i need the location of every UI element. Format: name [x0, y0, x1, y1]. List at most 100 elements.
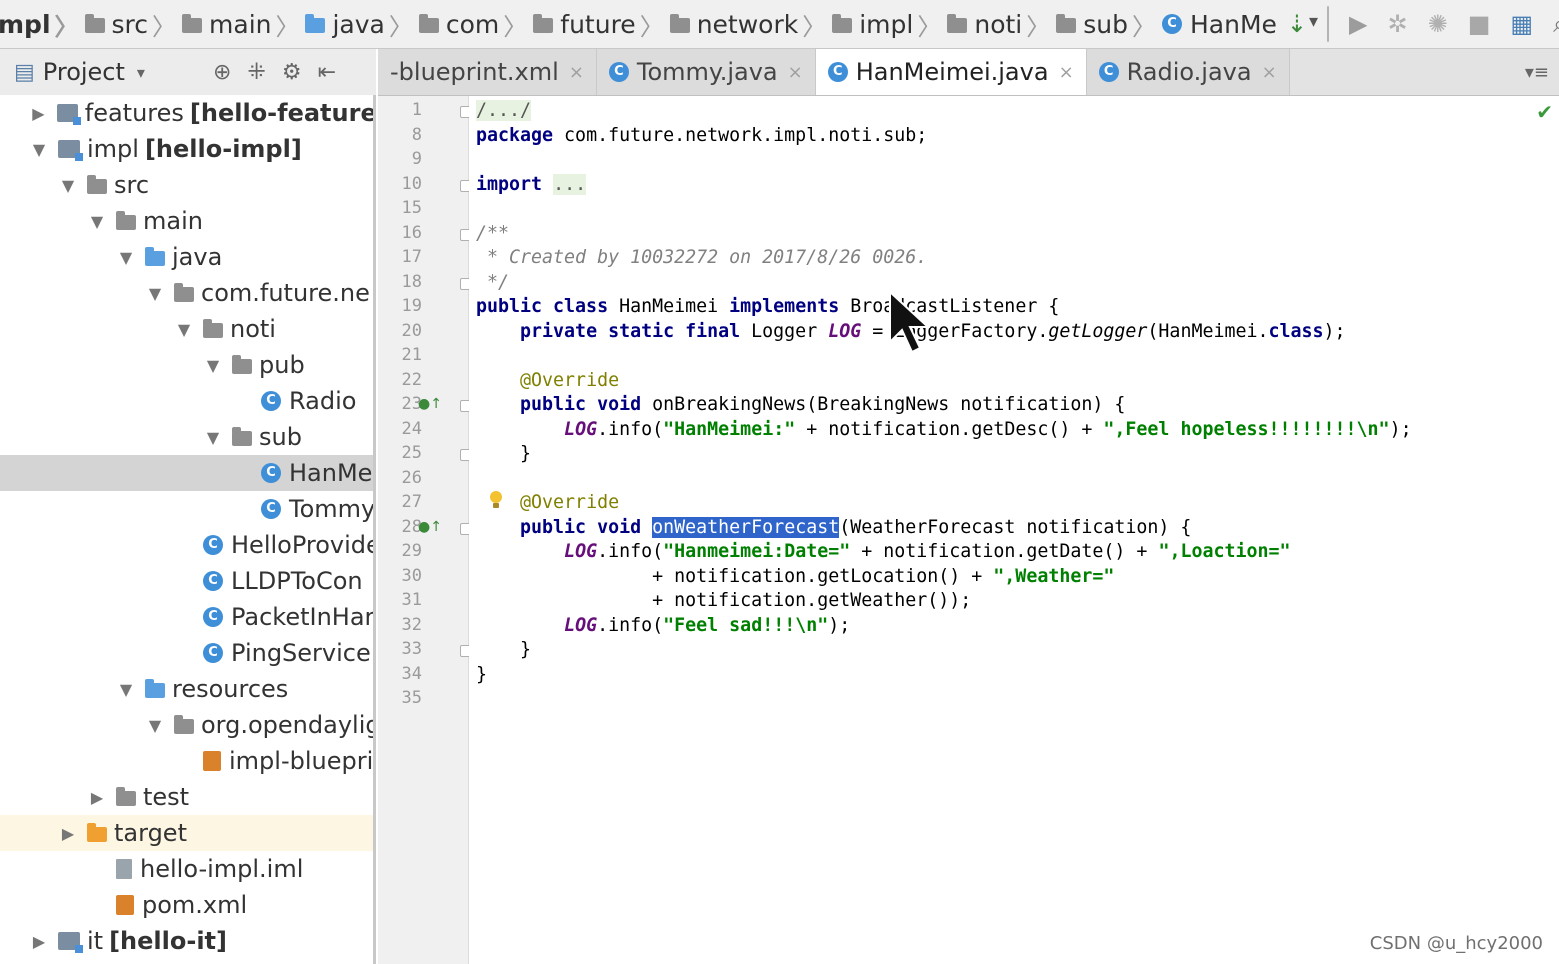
collapse-all-icon[interactable]: ⁜	[247, 60, 265, 85]
code-token[interactable]: onWeatherForecast	[652, 516, 840, 538]
tree-item[interactable]: C HelloProvider	[0, 527, 373, 563]
coverage-icon[interactable]: ✺	[1428, 10, 1448, 38]
run-configuration-select[interactable]	[1309, 6, 1330, 42]
collapsed-arrow-icon[interactable]: ▶	[86, 788, 108, 807]
code-token: public class	[476, 296, 609, 317]
breadcrumb-label: HanMe	[1189, 9, 1277, 39]
breadcrumb-item[interactable]: com 〉	[418, 0, 533, 48]
close-icon[interactable]: ×	[1059, 62, 1074, 83]
line-number: 1	[411, 100, 422, 120]
tree-item[interactable]: ▼ pub	[0, 347, 373, 383]
tree-item[interactable]: ▶ test	[0, 779, 373, 815]
tree-item[interactable]: hello-impl.iml	[0, 851, 373, 887]
tree-item[interactable]: ▼ org.opendaylig	[0, 707, 373, 743]
line-number: 16	[401, 222, 422, 243]
editor-tab[interactable]: C Radio.java ×	[1086, 49, 1290, 95]
expanded-arrow-icon[interactable]: ▼	[202, 356, 224, 375]
expanded-arrow-icon[interactable]: ▼	[202, 428, 224, 447]
collapsed-arrow-icon[interactable]: ▶	[28, 104, 49, 123]
hide-panel-icon[interactable]: ⇤	[318, 60, 336, 85]
tree-item[interactable]: ▼ src	[0, 167, 373, 203]
code-line: LOG.info("Feel sad!!!\n");	[476, 615, 850, 636]
breadcrumb-label: network	[696, 9, 799, 39]
breadcrumb-item[interactable]: main 〉	[182, 0, 305, 48]
tree-item[interactable]: ▶ features[hello-features-	[0, 95, 373, 131]
expanded-arrow-icon[interactable]: ▼	[144, 716, 166, 735]
expanded-arrow-icon[interactable]: ▼	[173, 320, 195, 339]
tree-item[interactable]: ▼ sub	[0, 419, 373, 455]
search-icon[interactable]: ⌕	[1553, 10, 1559, 38]
folder-icon	[116, 786, 136, 806]
breadcrumb-item[interactable]: sub 〉	[1056, 0, 1162, 48]
tree-item[interactable]: ▼ com.future.ne	[0, 275, 373, 311]
breadcrumb-item[interactable]: java 〉	[305, 0, 418, 48]
tree-item[interactable]: C Radio	[0, 383, 373, 419]
tree-item[interactable]: C Tommy	[0, 491, 373, 527]
run-icon[interactable]: ▶	[1349, 10, 1367, 38]
line-number: 27	[401, 492, 422, 512]
project-view-icon: ▤	[14, 59, 35, 85]
stop-icon[interactable]: ■	[1468, 10, 1491, 38]
breadcrumb-item[interactable]: src 〉	[84, 0, 183, 48]
override-marker-icon[interactable]: ●↑	[418, 396, 442, 412]
close-icon[interactable]: ×	[788, 62, 803, 83]
gear-icon[interactable]: ⚙	[282, 60, 302, 85]
breadcrumb-item[interactable]: future 〉	[533, 0, 669, 48]
tree-item[interactable]: C HanMe	[0, 455, 373, 491]
scroll-from-source-icon[interactable]: ⊕	[213, 60, 231, 85]
tree-item[interactable]: ▶ it [hello-it]	[0, 923, 373, 959]
breadcrumb-item[interactable]: network 〉	[669, 0, 833, 48]
tree-item[interactable]: pom.xml	[0, 887, 373, 923]
override-marker-icon[interactable]: ●↑	[418, 519, 442, 535]
project-panel-title[interactable]: Project	[43, 58, 125, 86]
expanded-arrow-icon[interactable]: ▼	[57, 176, 79, 195]
tree-item-label: pub	[259, 351, 305, 379]
debug-icon[interactable]: ✲	[1387, 10, 1407, 38]
breadcrumb-item[interactable]: impl 〉	[832, 0, 947, 48]
tree-item[interactable]: ▼ noti	[0, 311, 373, 347]
expanded-arrow-icon[interactable]: ▼	[115, 248, 137, 267]
class-icon: C	[203, 571, 223, 591]
breadcrumb-item[interactable]: noti 〉	[947, 0, 1056, 48]
tree-item[interactable]: C PacketInHar	[0, 599, 373, 635]
editor-tab[interactable]: C HanMeimei.java ×	[815, 49, 1087, 95]
tree-item[interactable]: ▼ main	[0, 203, 373, 239]
code-line: public void onBreakingNews(BreakingNews …	[476, 394, 1125, 415]
code-token: (WeatherForecast notification) {	[839, 516, 1192, 538]
tree-item[interactable]: ▼ resources	[0, 671, 373, 707]
tree-item-label: it	[87, 927, 104, 955]
expanded-arrow-icon[interactable]: ▼	[28, 140, 50, 159]
chevron-down-icon[interactable]: ▾	[137, 63, 145, 82]
collapsed-arrow-icon[interactable]: ▶	[57, 824, 79, 843]
expanded-arrow-icon[interactable]: ▼	[115, 680, 137, 699]
tree-item[interactable]: C LLDPToCon	[0, 563, 373, 599]
tree-item[interactable]: ▼ java	[0, 239, 373, 275]
sort-icon[interactable]: ⇣	[1287, 10, 1307, 38]
code-token: }	[476, 663, 488, 685]
close-icon[interactable]: ×	[1262, 62, 1277, 83]
editor-tabs: -blueprint.xml × C Tommy.java × C HanMeimei.ja…	[378, 49, 1559, 96]
line-number: 25	[401, 443, 422, 463]
code-token: ...	[553, 173, 587, 195]
close-icon[interactable]: ×	[569, 62, 584, 83]
editor-tab[interactable]: C Tommy.java ×	[596, 49, 816, 95]
tree-item[interactable]: ▶ target	[0, 815, 373, 851]
tree-item[interactable]: impl-bluepri	[0, 743, 373, 779]
tree-item[interactable]: C PingServicel	[0, 635, 373, 671]
line-number: 23	[401, 394, 422, 414]
breadcrumb-item[interactable]: C HanMe	[1161, 0, 1277, 48]
expanded-arrow-icon[interactable]: ▼	[144, 284, 166, 303]
tabs-menu-icon[interactable]: ▾≡	[1525, 49, 1559, 95]
project-structure-icon[interactable]: ▦	[1510, 10, 1533, 38]
code-token: (HanMeimei.	[1147, 320, 1269, 342]
tree-item[interactable]: ▼ impl [hello-impl]	[0, 131, 373, 167]
expanded-arrow-icon[interactable]: ▼	[86, 212, 108, 231]
lightbulb-icon[interactable]	[488, 490, 504, 510]
code-line: * Created by 10032272 on 2017/8/26 0026.	[476, 247, 927, 268]
breadcrumb-item[interactable]: mpl 〉	[0, 0, 85, 48]
editor-tab[interactable]: -blueprint.xml ×	[378, 49, 597, 95]
breadcrumb-label: future	[560, 9, 636, 39]
collapsed-arrow-icon[interactable]: ▶	[28, 932, 50, 951]
